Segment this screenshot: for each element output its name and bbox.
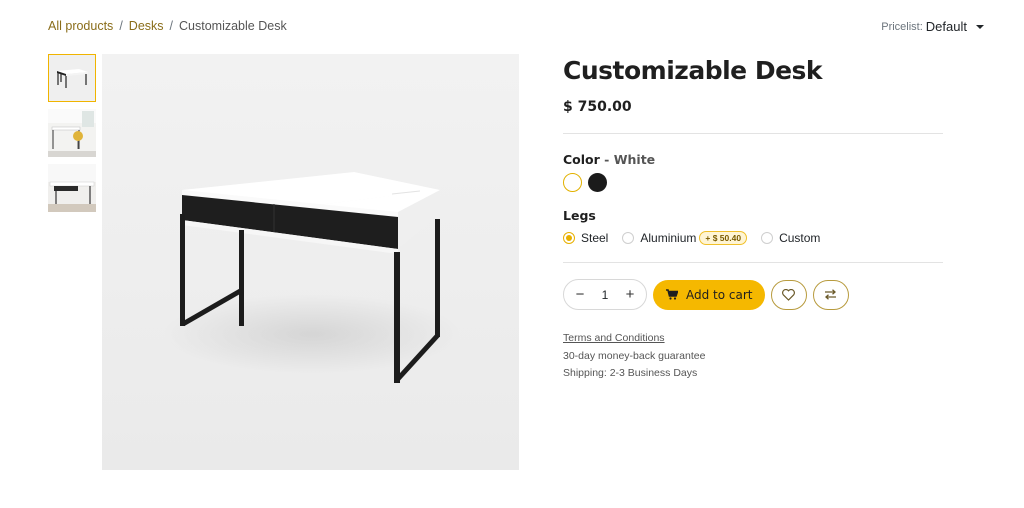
breadcrumb-separator: /: [169, 19, 174, 33]
divider: [563, 133, 943, 134]
legs-option-aluminium[interactable]: Aluminium + $ 50.40: [622, 231, 748, 245]
price-extra-badge: + $ 50.40: [699, 231, 748, 245]
legs-option-label: Custom: [779, 231, 821, 245]
detail-thumbnail-image: [48, 164, 96, 212]
add-to-cart-button[interactable]: Add to cart: [653, 279, 765, 310]
breadcrumb-separator: /: [119, 19, 123, 33]
radio-custom[interactable]: [761, 232, 774, 244]
shipping-text: Shipping: 2-3 Business Days: [563, 367, 698, 379]
breadcrumb-all-products[interactable]: All products: [48, 19, 113, 33]
legs-options: Steel Aluminium + $ 50.40 Custom: [563, 231, 943, 245]
breadcrumb: All products / Desks / Customizable Desk: [48, 19, 287, 33]
product-price: $ 750.00: [563, 99, 632, 115]
legs-label: Legs: [563, 208, 596, 223]
legs-option-steel[interactable]: Steel: [563, 231, 608, 245]
color-attribute-label: Color - White: [563, 152, 943, 167]
pricelist-value: Default: [925, 19, 967, 34]
divider: [563, 262, 943, 263]
product-title: Customizable Desk: [563, 56, 823, 85]
radio-aluminium[interactable]: [622, 232, 635, 244]
color-dash: -: [604, 152, 610, 167]
breadcrumb-current: Customizable Desk: [179, 19, 287, 33]
guarantee-text: 30-day money-back guarantee: [563, 349, 706, 362]
color-attribute: Color - White: [563, 152, 943, 192]
legs-option-label: Steel: [581, 231, 609, 245]
heart-icon: [782, 288, 795, 301]
desk-image: [162, 172, 462, 383]
pricelist-dropdown[interactable]: Pricelist: Default: [881, 19, 984, 34]
thumbnail-desk-room[interactable]: [48, 109, 96, 157]
product-main-image: [102, 54, 519, 470]
caret-down-icon: [976, 24, 984, 29]
product-info: Customizable Desk $ 750.00 Color - White…: [563, 54, 943, 383]
radio-steel[interactable]: [563, 232, 575, 244]
thumbnail-list: [48, 54, 96, 219]
legs-option-custom[interactable]: Custom: [761, 231, 820, 245]
color-swatches: [563, 173, 943, 192]
legs-attribute: Legs Steel Aluminium + $ 50.40 Custom: [563, 208, 943, 245]
terms-link[interactable]: Terms and Conditions: [563, 330, 943, 348]
color-swatch-white[interactable]: [563, 173, 582, 192]
desk-thumbnail-image: [49, 55, 95, 101]
legs-option-label: Aluminium: [640, 231, 697, 245]
pricelist-label: Pricelist:: [881, 20, 923, 33]
thumbnail-desk-detail[interactable]: [48, 164, 96, 212]
product-info-links: Terms and Conditions 30-day money-back g…: [563, 330, 943, 383]
quantity-minus-button[interactable]: −: [574, 286, 586, 303]
add-to-cart-label: Add to cart: [686, 287, 753, 302]
thumbnail-desk-white[interactable]: [48, 54, 96, 102]
compare-button[interactable]: [812, 279, 849, 310]
quantity-plus-button[interactable]: +: [624, 286, 636, 303]
cart-icon: [666, 289, 678, 300]
color-selected-value: White: [613, 152, 656, 167]
compare-arrows-icon: [825, 289, 836, 300]
wishlist-button[interactable]: [770, 279, 807, 310]
quantity-value[interactable]: 1: [602, 288, 609, 302]
breadcrumb-desks[interactable]: Desks: [129, 19, 164, 33]
color-swatch-black[interactable]: [588, 173, 607, 192]
cart-actions: − 1 + Add to cart: [563, 279, 943, 310]
quantity-stepper: − 1 +: [563, 279, 647, 310]
color-label: Color: [563, 152, 600, 167]
room-thumbnail-image: [48, 109, 96, 157]
